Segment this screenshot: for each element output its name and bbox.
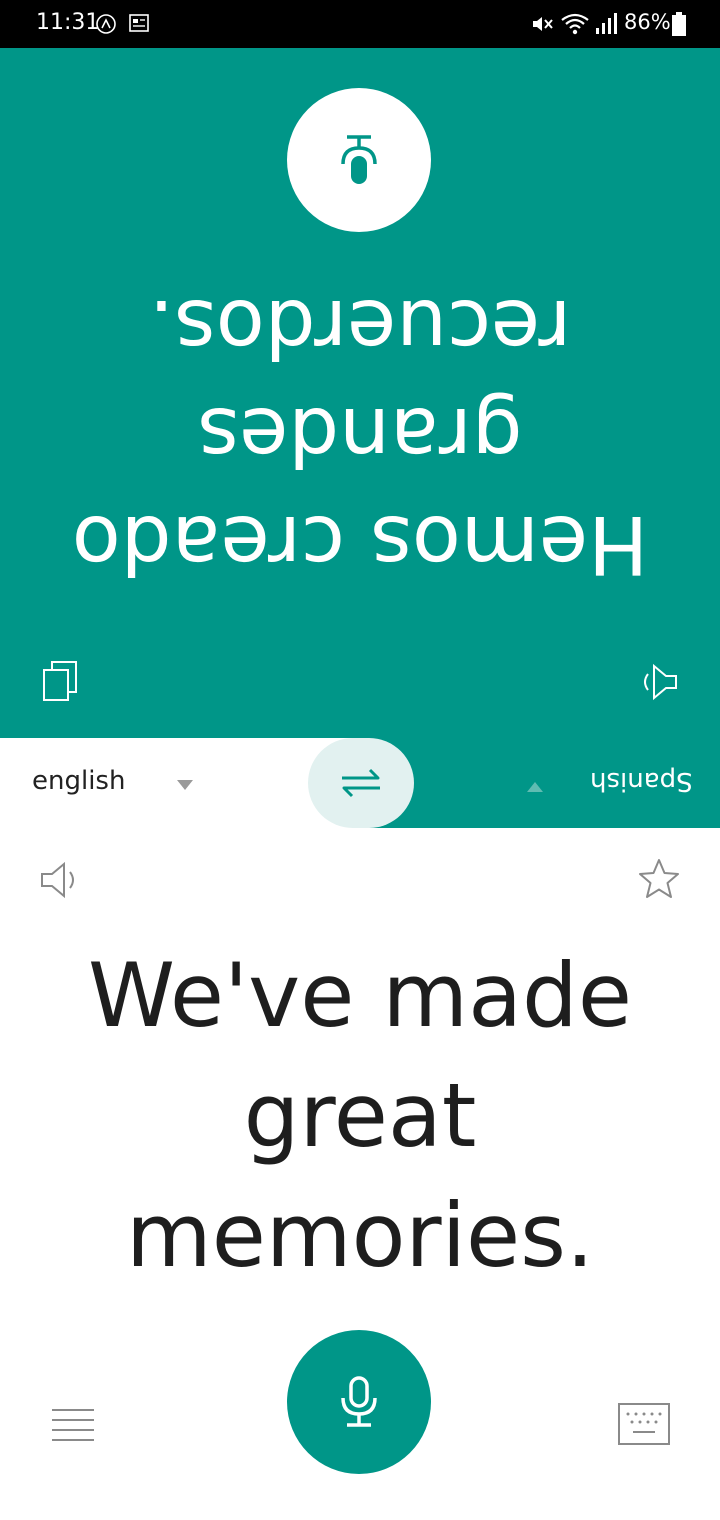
speaker-icon[interactable] <box>38 858 84 906</box>
nfc-icon <box>94 12 118 40</box>
swap-icon <box>342 768 380 798</box>
microphone-icon <box>341 1376 377 1427</box>
language-bar: english Spanish <box>0 738 720 828</box>
source-text: We've made great memories. <box>87 944 633 1287</box>
translation-speaker-icon[interactable] <box>634 660 684 708</box>
microphone-icon <box>341 135 377 184</box>
target-language-selector[interactable]: Spanish <box>590 766 693 796</box>
swap-languages-button[interactable] <box>308 738 414 828</box>
battery-icon <box>672 12 686 40</box>
wifi-icon <box>560 12 590 40</box>
copy-icon[interactable] <box>38 658 82 708</box>
source-language-selector[interactable]: english <box>32 766 125 796</box>
status-time: 11:31 <box>36 10 100 35</box>
battery-percent: 86% <box>624 10 671 34</box>
mic-button[interactable] <box>287 1330 431 1474</box>
translated-text: Hemos creado grandes recuerdos. <box>71 282 649 591</box>
signal-icon <box>594 12 618 40</box>
menu-icon[interactable] <box>50 1406 96 1450</box>
caret-down-icon[interactable] <box>176 776 194 795</box>
keyboard-icon[interactable] <box>617 1402 671 1450</box>
translation-panel: Hemos creado grandes recuerdos. <box>0 48 720 738</box>
favorite-star-icon[interactable] <box>636 856 682 906</box>
status-bar: 11:31 86% <box>0 0 720 48</box>
mute-icon <box>530 12 554 40</box>
translation-mic-button[interactable] <box>287 88 431 232</box>
news-icon <box>128 12 150 38</box>
caret-up-icon[interactable] <box>526 778 544 797</box>
